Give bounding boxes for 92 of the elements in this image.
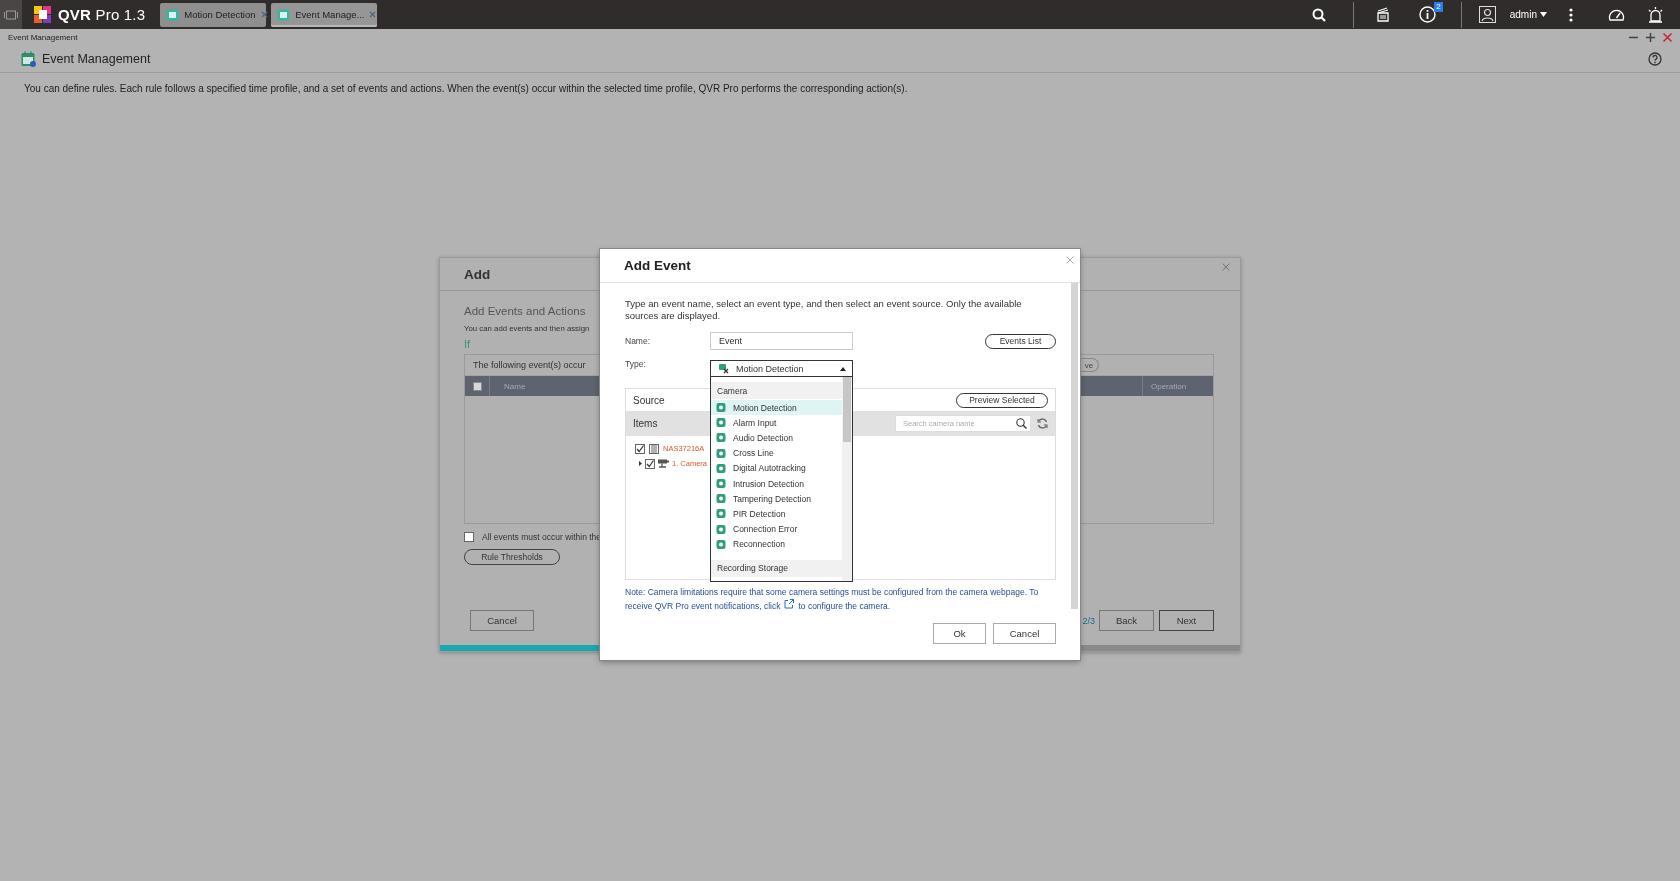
field-label: Type: <box>625 359 647 369</box>
calendar-icon <box>21 50 36 67</box>
event-icon <box>719 363 730 374</box>
scrollbar[interactable] <box>842 377 852 581</box>
window-switch-button[interactable] <box>0 0 22 29</box>
expand-caret-icon[interactable] <box>639 461 642 466</box>
app-icon <box>166 8 180 21</box>
dialog-title: Add <box>464 266 491 282</box>
option-group-header: Camera <box>711 382 842 399</box>
cancel-button[interactable]: Cancel <box>470 610 534 631</box>
user-icon[interactable] <box>1478 5 1496 24</box>
dialog-title: Add Event <box>624 258 691 273</box>
event-icon <box>716 462 727 474</box>
dropdown-option[interactable]: Alarm Input <box>711 415 842 431</box>
caret-up-icon <box>840 366 846 371</box>
maximize-icon[interactable] <box>1646 32 1655 42</box>
event-icon <box>716 432 727 444</box>
ok-button[interactable]: Ok <box>933 623 986 644</box>
dropdown-option[interactable]: Audio Detection <box>711 430 842 446</box>
scrollbar[interactable] <box>1071 283 1078 609</box>
caret-down-icon <box>1540 12 1547 17</box>
user-menu[interactable]: admin <box>1509 9 1547 20</box>
preview-selected-button[interactable]: Preview Selected <box>956 392 1048 408</box>
dropdown-option[interactable]: Cross Line <box>711 445 842 461</box>
app-tab[interactable]: Motion Detection <box>160 2 267 27</box>
events-list-button[interactable]: Events List <box>985 333 1056 349</box>
close-icon[interactable] <box>1663 32 1672 42</box>
camera-icon <box>658 459 669 468</box>
search-icon[interactable] <box>1311 7 1326 22</box>
dialog-description: Type an event name, select an event type, and then select an event source. Only the available sources are displayed. <box>625 298 1023 322</box>
condition-label: If <box>464 338 471 350</box>
checkbox[interactable] <box>635 443 645 454</box>
more-icon[interactable] <box>1569 7 1573 22</box>
dropdown-option[interactable]: Tampering Detection <box>711 491 842 507</box>
panel-title: Source <box>633 394 665 406</box>
server-icon <box>649 443 659 454</box>
close-icon[interactable] <box>260 11 268 18</box>
tab-label: Motion Detection <box>184 9 256 20</box>
stack-icon[interactable] <box>1374 6 1391 23</box>
user-name: admin <box>1509 9 1537 20</box>
event-icon <box>716 493 727 505</box>
dropdown-option[interactable]: Connection Error <box>711 521 842 537</box>
cancel-button[interactable]: Cancel <box>993 623 1056 644</box>
back-button[interactable]: Back <box>1099 610 1154 631</box>
dropdown-option[interactable]: Digital Autotracking <box>711 460 842 476</box>
section-title: Add Events and Actions <box>464 305 586 317</box>
header-checkbox[interactable] <box>472 381 482 391</box>
help-icon[interactable] <box>1648 51 1662 66</box>
event-icon <box>716 417 727 429</box>
step-indicator: 2/3 <box>1082 615 1095 626</box>
breadcrumb: Event Management <box>8 32 78 42</box>
search-icon[interactable] <box>1016 418 1027 429</box>
dropdown-option[interactable]: Intrusion Detection <box>711 475 842 492</box>
dropdown-option[interactable]: PIR Detection <box>711 506 842 522</box>
event-icon <box>716 478 727 490</box>
app-tab[interactable]: Event Manage... <box>271 2 378 27</box>
window-icon <box>4 9 18 20</box>
event-icon <box>716 447 727 459</box>
refresh-icon[interactable] <box>1037 418 1048 429</box>
next-button[interactable]: Next <box>1159 610 1214 631</box>
gauge-icon[interactable] <box>1608 7 1625 22</box>
tab-label: Event Manage... <box>295 9 365 20</box>
rule-thresholds-button[interactable]: Rule Thresholds <box>464 549 560 565</box>
items-label: Items <box>633 418 658 429</box>
dropdown-option[interactable]: Reconnection <box>711 536 842 552</box>
checkbox[interactable] <box>645 458 655 469</box>
note-text: receive QVR Pro event notifications, click <box>625 600 781 613</box>
dropdown-option[interactable]: Motion Detection <box>711 400 842 416</box>
column-header: Operation <box>1151 381 1187 391</box>
event-icon <box>716 523 727 535</box>
alarm-icon[interactable] <box>1647 6 1664 23</box>
app-logo-icon <box>34 6 51 23</box>
info-icon[interactable] <box>1418 6 1436 23</box>
dropdown-value: Motion Detection <box>736 363 805 374</box>
field-label: Name: <box>625 336 652 346</box>
option-group-header: Recording Storage <box>711 559 842 577</box>
external-link-icon[interactable] <box>784 598 795 609</box>
app-name: QVR Pro 1.3 <box>58 6 146 23</box>
checkbox[interactable] <box>464 532 474 542</box>
type-dropdown[interactable]: Motion Detection <box>710 360 853 377</box>
column-header: Name <box>504 381 526 391</box>
table-toolbar-label: The following event(s) occur <box>473 360 586 370</box>
event-icon <box>716 538 727 550</box>
name-field[interactable]: Event <box>710 332 853 350</box>
note-text: Note: Camera limitations require that some camera settings must be configured from the camera webpage. To <box>625 586 1040 599</box>
app-icon <box>277 8 291 21</box>
event-icon <box>716 508 727 520</box>
page-description: You can define rules. Each rule follows a specified time profile, and a set of events and actions. When the event(s) occur within the selected time profile, QVR Pro performs the corresponding action(s). <box>24 83 909 94</box>
event-icon <box>716 402 727 414</box>
notification-badge: 2 <box>1434 2 1443 12</box>
page-title: Event Management <box>42 51 151 66</box>
note-text: to configure the camera. <box>798 600 891 613</box>
